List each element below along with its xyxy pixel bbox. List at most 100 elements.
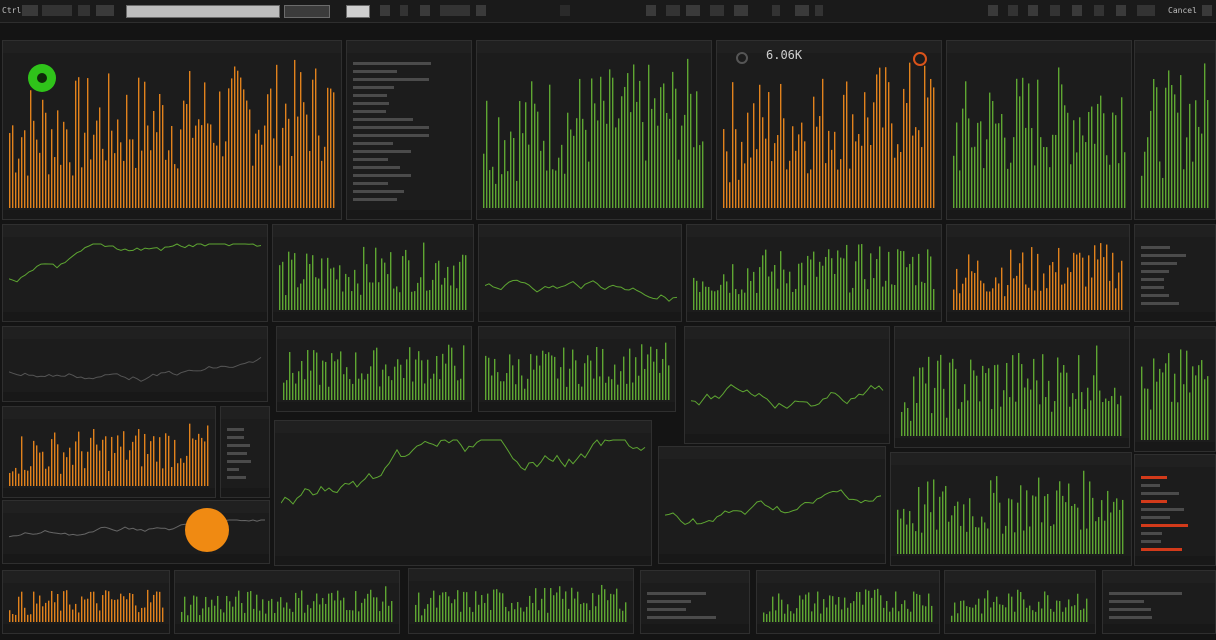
toolbar-icon[interactable]: [476, 5, 486, 16]
panel-header[interactable]: [947, 41, 1131, 53]
panel-header[interactable]: [277, 327, 471, 339]
panel-header[interactable]: [3, 327, 267, 339]
price-plot[interactable]: [9, 342, 263, 390]
toolbar-icon[interactable]: [1137, 5, 1155, 16]
price-plot[interactable]: [723, 56, 937, 208]
chart-panel[interactable]: [946, 224, 1130, 322]
chart-panel[interactable]: [756, 570, 940, 634]
price-plot[interactable]: [283, 342, 467, 400]
list-item[interactable]: [353, 70, 397, 73]
chart-panel[interactable]: [2, 224, 268, 322]
toolbar-icon[interactable]: [686, 5, 700, 16]
toolbar-icon[interactable]: [1008, 5, 1018, 16]
list-item[interactable]: [353, 110, 386, 113]
refresh-icon[interactable]: [736, 52, 748, 64]
price-plot[interactable]: [415, 584, 629, 622]
panel-header[interactable]: [3, 407, 215, 419]
list-item[interactable]: [1141, 286, 1164, 289]
price-plot[interactable]: [485, 240, 677, 310]
list-item[interactable]: [1109, 600, 1145, 603]
list-item[interactable]: [227, 468, 239, 471]
panel-header[interactable]: [3, 41, 341, 53]
chart-panel[interactable]: [2, 500, 270, 564]
toolbar-icon[interactable]: [1050, 5, 1060, 16]
list-item[interactable]: [1141, 532, 1162, 535]
toolbar-icon[interactable]: [380, 5, 390, 16]
list-item[interactable]: [353, 78, 429, 81]
price-plot[interactable]: [1141, 56, 1211, 208]
panel-header[interactable]: [1135, 41, 1215, 53]
close-icon[interactable]: [1202, 5, 1212, 16]
chart-panel[interactable]: [1134, 40, 1216, 220]
panel-header[interactable]: [945, 571, 1095, 583]
list-item[interactable]: [353, 102, 390, 105]
chart-panel[interactable]: [478, 224, 682, 322]
chart-panel[interactable]: [894, 326, 1130, 448]
price-plot[interactable]: [951, 586, 1091, 622]
chart-panel[interactable]: [640, 570, 750, 634]
watchlist[interactable]: [647, 587, 737, 624]
list-item[interactable]: [353, 126, 429, 129]
menu-item[interactable]: [78, 5, 90, 16]
chart-panel[interactable]: [274, 420, 652, 566]
panel-header[interactable]: [891, 453, 1131, 465]
price-plot[interactable]: [901, 342, 1125, 436]
list-item[interactable]: [353, 158, 388, 161]
panel-header[interactable]: [3, 571, 169, 583]
list-item[interactable]: [1109, 616, 1153, 619]
watchlist[interactable]: [1141, 241, 1203, 310]
toolbar-icon[interactable]: [734, 5, 748, 16]
chart-panel[interactable]: [346, 40, 472, 220]
panel-header[interactable]: [3, 225, 267, 237]
list-item[interactable]: [353, 134, 430, 137]
panel-header[interactable]: [479, 327, 675, 339]
price-plot[interactable]: [485, 342, 671, 400]
toolbar-icon[interactable]: [710, 5, 724, 16]
chart-panel[interactable]: [1134, 454, 1216, 566]
chart-panel[interactable]: [946, 40, 1132, 220]
list-item[interactable]: [647, 608, 686, 611]
chart-panel[interactable]: [1134, 326, 1216, 452]
chart-panel[interactable]: [2, 570, 170, 634]
watchlist[interactable]: [353, 57, 459, 206]
list-item[interactable]: [353, 166, 400, 169]
toolbar-icon[interactable]: [420, 5, 430, 16]
price-plot[interactable]: [897, 468, 1127, 554]
watchlist[interactable]: [1141, 471, 1203, 556]
chart-panel[interactable]: [944, 570, 1096, 634]
list-item[interactable]: [1141, 548, 1183, 551]
list-item[interactable]: [353, 142, 393, 145]
panel-header[interactable]: [221, 407, 269, 419]
panel-header[interactable]: [409, 569, 633, 581]
price-plot[interactable]: [953, 240, 1125, 310]
list-item[interactable]: [353, 182, 389, 185]
list-item[interactable]: [1141, 476, 1167, 479]
search-input[interactable]: [126, 5, 280, 18]
panel-header[interactable]: [757, 571, 939, 583]
toolbar-icon[interactable]: [795, 5, 809, 16]
list-item[interactable]: [1141, 270, 1169, 273]
price-plot[interactable]: [763, 586, 935, 622]
app-menu-label[interactable]: Ctrl: [2, 5, 21, 16]
symbol-input[interactable]: [284, 5, 330, 18]
list-item[interactable]: [353, 86, 394, 89]
panel-header[interactable]: [1135, 455, 1215, 467]
alert-ring-icon[interactable]: [913, 52, 927, 66]
price-plot[interactable]: [483, 56, 707, 208]
price-plot[interactable]: [665, 462, 881, 552]
panel-header[interactable]: [685, 327, 889, 339]
menu-item[interactable]: [22, 5, 38, 16]
price-plot[interactable]: [279, 240, 469, 310]
panel-header[interactable]: [947, 225, 1129, 237]
toolbar-icon[interactable]: [646, 5, 656, 16]
list-item[interactable]: [1141, 294, 1169, 297]
watchlist[interactable]: [1109, 587, 1203, 624]
list-item[interactable]: [1141, 246, 1171, 249]
menu-item[interactable]: [96, 5, 114, 16]
price-plot[interactable]: [1141, 342, 1211, 440]
list-item[interactable]: [227, 476, 246, 479]
list-item[interactable]: [1141, 254, 1187, 257]
panel-header[interactable]: [895, 327, 1129, 339]
toolbar-icon[interactable]: [440, 5, 470, 16]
timeframe-select[interactable]: [346, 5, 370, 18]
